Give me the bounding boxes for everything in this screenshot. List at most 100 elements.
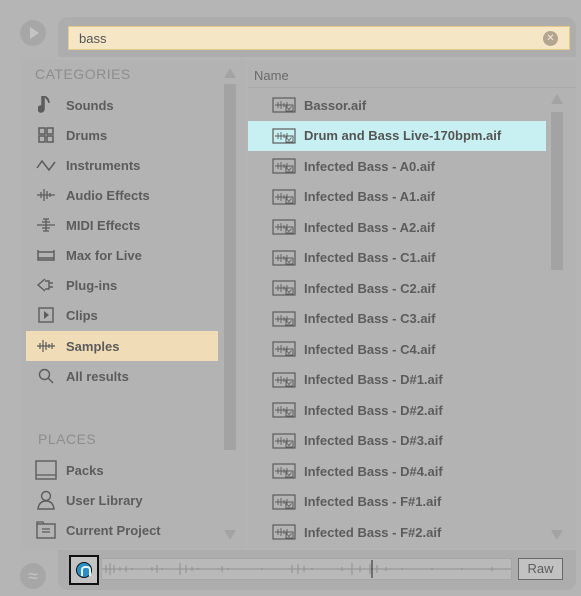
file-row[interactable]: Infected Bass - C3.aif [248, 304, 546, 334]
search-text: bass [79, 31, 107, 46]
sidebar-item-label: Audio Effects [66, 187, 150, 203]
audio-file-icon [272, 219, 296, 235]
list-scroll-up-icon[interactable] [551, 94, 563, 104]
audio-file-icon [272, 371, 296, 388]
drums-grid-icon [26, 127, 66, 143]
audio-effect-icon [26, 187, 66, 203]
clip-icon [26, 307, 66, 323]
note-icon [26, 96, 66, 114]
sidebar-item-label: Packs [66, 462, 104, 478]
name-column-header[interactable] [248, 62, 576, 88]
sidebar-item-label: Instruments [66, 157, 141, 173]
file-row[interactable]: Infected Bass - F#2.aif [248, 517, 546, 547]
sidebar-item-max-for-live[interactable]: Max for Live [26, 240, 218, 270]
audio-file-icon [272, 402, 296, 418]
sidebar-item-user-library[interactable]: User Library [26, 485, 218, 515]
audio-file-icon [272, 249, 296, 266]
file-name: Infected Bass - D#2.aif [304, 402, 443, 418]
audio-file-icon [272, 493, 296, 510]
sidebar-item-samples[interactable]: Samples [26, 331, 218, 361]
file-row[interactable]: Infected Bass - D#1.aif [248, 365, 546, 395]
sidebar-item-drums[interactable]: Drums [26, 120, 218, 150]
sidebar-item-midi-effects[interactable]: MIDI Effects [26, 210, 218, 240]
audio-file-icon [272, 310, 296, 327]
file-name: Infected Bass - C2.aif [304, 280, 436, 296]
file-name: Infected Bass - A0.aif [304, 158, 436, 174]
audio-file-icon [272, 127, 296, 144]
file-row[interactable]: Infected Bass - D#2.aif [248, 395, 546, 425]
file-row[interactable]: Infected Bass - F#1.aif [248, 487, 546, 517]
file-name: Infected Bass - D#1.aif [304, 372, 443, 387]
sidebar-item-label: Drums [66, 127, 108, 143]
audio-file-icon [272, 97, 296, 113]
file-name: Bassor.aif [304, 97, 367, 113]
midi-effect-icon [26, 217, 66, 233]
browser-window: bass ✕ CATEGORIES Sounds Drums Instrumen… [0, 0, 581, 596]
name-column-label: Name [254, 68, 289, 83]
sidebar-item-label: Plug-ins [66, 277, 118, 293]
clear-search-icon[interactable]: ✕ [543, 31, 558, 46]
headphone-icon[interactable] [76, 562, 92, 578]
file-row[interactable]: Bassor.aif [248, 90, 546, 120]
file-row[interactable]: Infected Bass - A0.aif [248, 151, 546, 181]
sidebar-item-clips[interactable]: Clips [26, 300, 218, 330]
waveform-preview[interactable] [101, 558, 512, 580]
file-name: Infected Bass - D#3.aif [304, 433, 443, 448]
live-logo-icon: ≈ [20, 563, 46, 589]
waveform-icon [102, 560, 511, 578]
sidebar-item-label: Sounds [66, 97, 114, 113]
audio-file-icon [272, 463, 296, 479]
file-row[interactable]: Infected Bass - C1.aif [248, 243, 546, 273]
samples-icon [26, 338, 66, 354]
list-scroll-down-icon[interactable] [551, 530, 563, 540]
file-name: Infected Bass - A2.aif [304, 219, 436, 235]
sidebar-item-packs[interactable]: Packs [26, 455, 218, 485]
sidebar-scroll-down-icon[interactable] [224, 530, 236, 540]
file-name: Drum and Bass Live-170bpm.aif [304, 128, 502, 143]
max-for-live-icon [26, 248, 66, 262]
file-row[interactable]: Infected Bass - A2.aif [248, 212, 546, 242]
audio-file-icon [272, 432, 296, 449]
file-row[interactable]: Infected Bass - D#3.aif [248, 426, 546, 456]
sidebar-scroll-thumb[interactable] [224, 84, 236, 450]
file-row[interactable]: Infected Bass - A1.aif [248, 182, 546, 212]
sidebar-item-plug-ins[interactable]: Plug-ins [26, 270, 218, 300]
sidebar-item-label: MIDI Effects [66, 217, 141, 233]
audio-file-icon [272, 188, 296, 205]
sidebar-item-label: Max for Live [66, 247, 142, 263]
places-header: PLACES [38, 431, 97, 447]
sidebar-scroll-up-icon[interactable] [224, 68, 236, 78]
file-name: Infected Bass - C1.aif [304, 250, 436, 265]
audio-file-icon [272, 341, 296, 357]
file-name: Infected Bass - C3.aif [304, 311, 436, 326]
sidebar-item-label: Samples [66, 338, 120, 354]
audio-file-icon [272, 280, 296, 296]
sidebar-item-label: User Library [66, 492, 143, 508]
user-icon [26, 490, 66, 510]
file-row[interactable]: Infected Bass - C2.aif [248, 273, 546, 303]
plugin-icon [26, 277, 66, 293]
sidebar-item-instruments[interactable]: Instruments [26, 150, 218, 180]
file-name: Infected Bass - F#1.aif [304, 494, 442, 509]
audio-file-icon [272, 524, 296, 540]
file-row[interactable]: Drum and Bass Live-170bpm.aif [248, 120, 546, 151]
file-row[interactable]: Infected Bass - C4.aif [248, 334, 546, 364]
raw-button[interactable]: Raw [518, 558, 563, 580]
search-input[interactable] [68, 26, 570, 50]
audio-file-icon [272, 158, 296, 174]
file-name: Infected Bass - D#4.aif [304, 463, 443, 479]
instrument-wave-icon [26, 158, 66, 172]
sidebar-item-sounds[interactable]: Sounds [26, 90, 218, 120]
sidebar-item-label: Current Project [66, 522, 161, 538]
list-scroll-thumb[interactable] [551, 112, 563, 270]
sidebar-item-all-results[interactable]: All results [26, 361, 218, 391]
sidebar-item-current-project[interactable]: Current Project [26, 515, 218, 545]
file-name: Infected Bass - C4.aif [304, 341, 436, 357]
packs-icon [26, 460, 66, 480]
play-nav-icon[interactable] [20, 20, 46, 46]
sidebar-item-label: All results [66, 368, 129, 384]
file-row[interactable]: Infected Bass - D#4.aif [248, 456, 546, 486]
folder-icon [26, 521, 66, 539]
sidebar-item-label: Clips [66, 307, 98, 323]
sidebar-item-audio-effects[interactable]: Audio Effects [26, 180, 218, 210]
